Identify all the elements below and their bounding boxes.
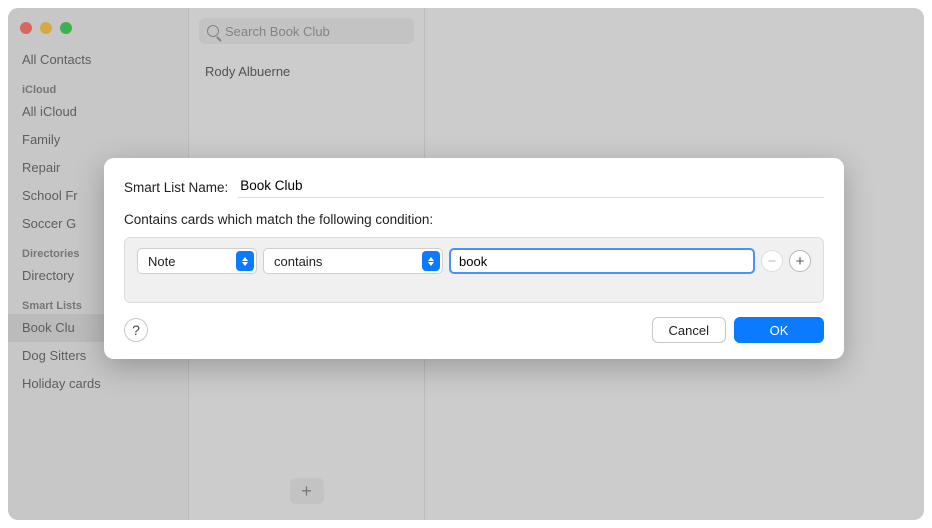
chevron-updown-icon <box>236 251 254 271</box>
ok-button[interactable]: OK <box>734 317 824 343</box>
help-button[interactable]: ? <box>124 318 148 342</box>
remove-condition-button[interactable]: − <box>761 250 783 272</box>
condition-field-select[interactable]: Note <box>137 248 257 274</box>
contacts-window: All Contacts iCloud All iCloud Family Re… <box>8 8 924 520</box>
conditions-area: Note contains − + <box>124 237 824 303</box>
plus-icon: + <box>796 254 805 269</box>
smart-list-name-input[interactable] <box>238 176 824 198</box>
condition-value-input[interactable] <box>449 248 755 274</box>
smart-list-sheet: Smart List Name: Contains cards which ma… <box>104 158 844 359</box>
condition-field-value: Note <box>148 254 175 269</box>
cancel-button[interactable]: Cancel <box>652 317 726 343</box>
smart-list-subhead: Contains cards which match the following… <box>124 212 824 227</box>
smart-list-name-label: Smart List Name: <box>124 180 228 195</box>
help-icon: ? <box>132 322 140 338</box>
add-condition-button[interactable]: + <box>789 250 811 272</box>
condition-comparator-value: contains <box>274 254 322 269</box>
condition-row: Note contains − + <box>137 248 811 274</box>
condition-comparator-select[interactable]: contains <box>263 248 443 274</box>
minus-icon: − <box>768 254 777 269</box>
chevron-updown-icon <box>422 251 440 271</box>
